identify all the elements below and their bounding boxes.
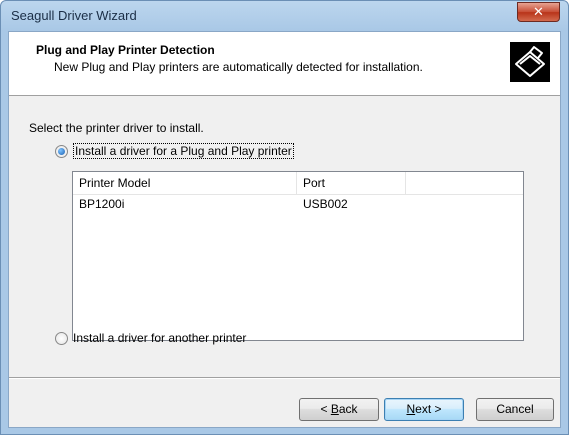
list-header: Printer Model Port bbox=[73, 172, 523, 195]
instruction-text: Select the printer driver to install. bbox=[29, 121, 204, 135]
window-title: Seagull Driver Wizard bbox=[11, 8, 137, 23]
back-button-accel: B bbox=[330, 402, 339, 416]
title-bar[interactable]: Seagull Driver Wizard ✕ bbox=[1, 1, 568, 31]
wizard-client-area: Plug and Play Printer Detection New Plug… bbox=[8, 31, 561, 428]
radio-plug-and-play[interactable]: Install a driver for a Plug and Play pri… bbox=[55, 143, 294, 159]
footer-divider bbox=[9, 377, 560, 379]
radio-other-printer[interactable]: Install a driver for another printer bbox=[55, 331, 246, 345]
column-header-port[interactable]: Port bbox=[297, 172, 406, 194]
radio-selected-icon[interactable] bbox=[55, 144, 68, 158]
wizard-window: Seagull Driver Wizard ✕ Plug and Play Pr… bbox=[0, 0, 569, 435]
page-title: Plug and Play Printer Detection bbox=[36, 43, 215, 57]
radio-other-printer-label[interactable]: Install a driver for another printer bbox=[73, 331, 246, 345]
back-button[interactable]: < Back bbox=[299, 398, 379, 421]
cancel-button-label: Cancel bbox=[496, 402, 534, 416]
wizard-header: Plug and Play Printer Detection New Plug… bbox=[9, 32, 560, 96]
next-button[interactable]: Next > bbox=[384, 398, 464, 421]
column-header-printer-model[interactable]: Printer Model bbox=[73, 172, 297, 194]
printer-wizard-icon bbox=[510, 42, 550, 82]
radio-plug-and-play-label[interactable]: Install a driver for a Plug and Play pri… bbox=[73, 143, 294, 159]
next-button-accel: N bbox=[406, 402, 416, 416]
printer-port-cell: USB002 bbox=[303, 197, 348, 211]
printer-list[interactable]: Printer Model Port BP1200i USB002 bbox=[72, 171, 524, 341]
next-button-rest: ext > bbox=[415, 402, 442, 416]
back-button-prefix: < bbox=[320, 402, 331, 416]
back-button-rest: ack bbox=[338, 402, 358, 416]
cancel-button[interactable]: Cancel bbox=[476, 398, 554, 421]
radio-unselected-icon[interactable] bbox=[55, 331, 68, 345]
close-button[interactable]: ✕ bbox=[517, 2, 560, 22]
column-header-blank[interactable] bbox=[406, 172, 523, 194]
close-icon: ✕ bbox=[533, 4, 544, 19]
printer-model-cell: BP1200i bbox=[79, 197, 125, 211]
table-row[interactable]: BP1200i USB002 bbox=[73, 195, 523, 213]
page-subtitle: New Plug and Play printers are automatic… bbox=[54, 60, 423, 74]
